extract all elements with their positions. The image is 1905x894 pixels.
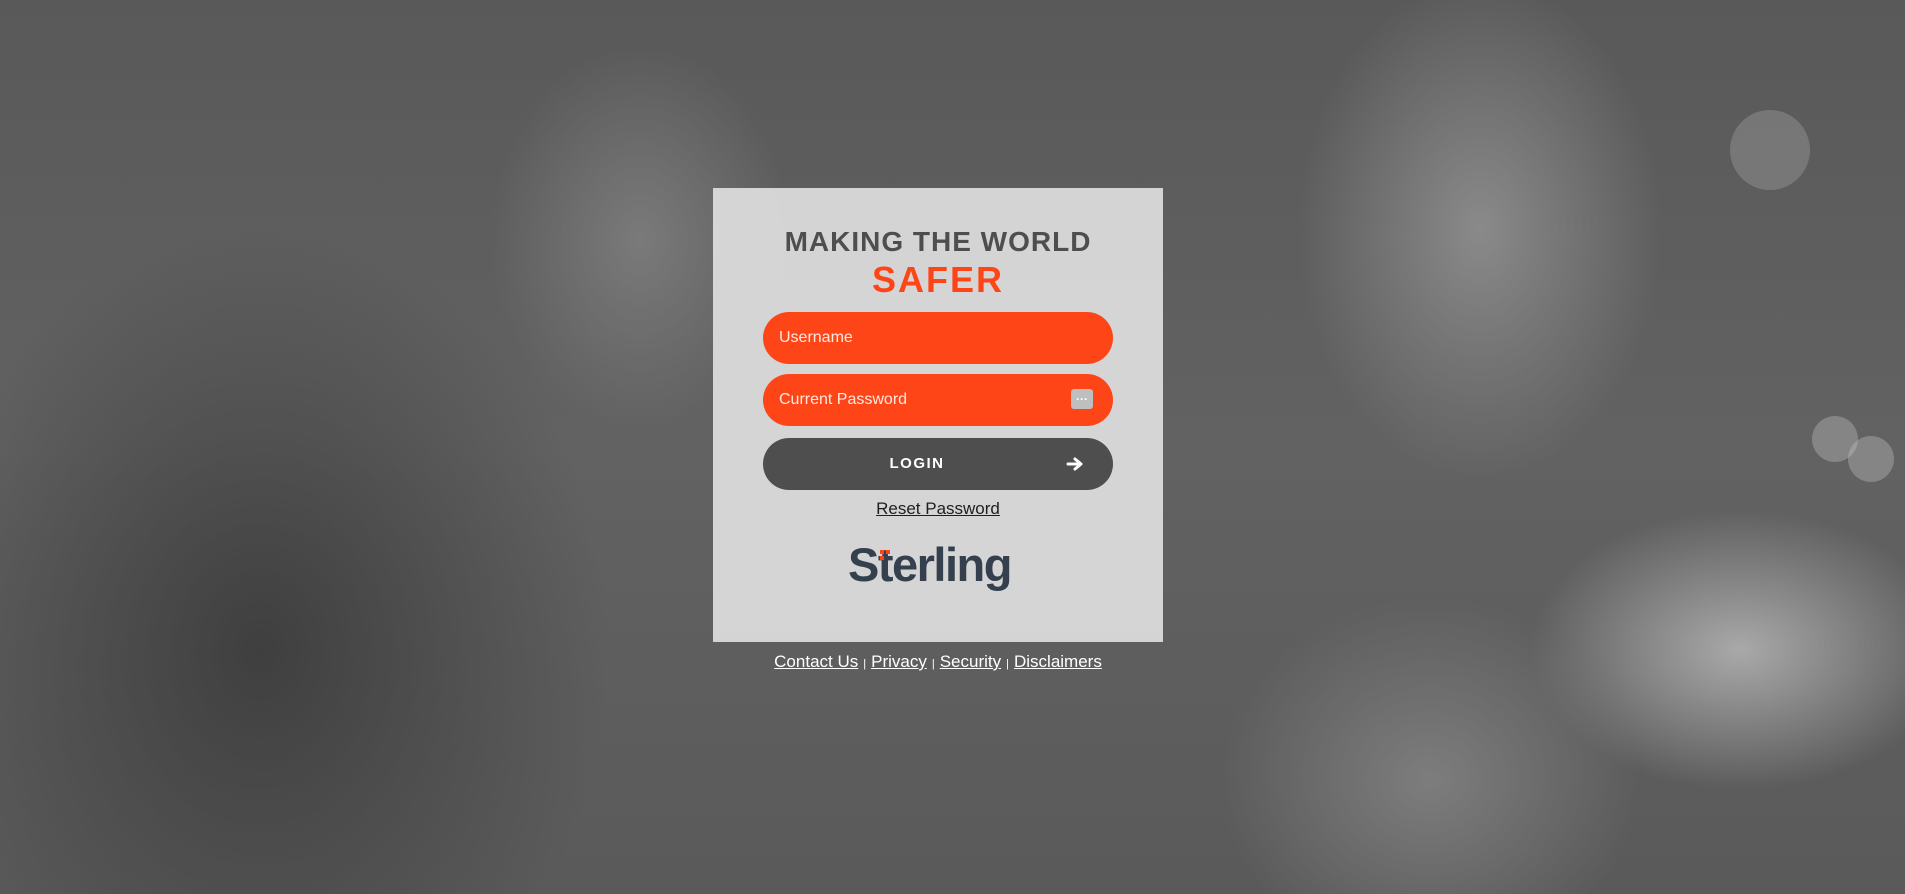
arrow-right-icon (1066, 457, 1083, 471)
disclaimers-link[interactable]: Disclaimers (1014, 652, 1102, 671)
login-button[interactable]: LOGIN (763, 438, 1113, 490)
tagline-line-1: MAKING THE WORLD (784, 226, 1092, 257)
footer-separator: | (1006, 658, 1009, 670)
security-link[interactable]: Security (940, 652, 1001, 671)
sterling-logo: Sterling (848, 539, 1012, 591)
footer-separator: | (931, 658, 935, 670)
sterling-logo-text: Sterling (848, 539, 1011, 591)
login-panel: MAKING THE WORLD SAFER ··· LOGIN Reset P… (713, 188, 1163, 642)
username-input[interactable] (763, 312, 1113, 364)
reset-password-link[interactable]: Reset Password (713, 499, 1163, 519)
password-input[interactable] (763, 374, 1113, 426)
bokeh-light (1848, 436, 1894, 482)
tagline-line-2: SAFER (871, 259, 1004, 300)
password-key-icon[interactable]: ··· (1071, 389, 1093, 409)
login-button-label: LOGIN (889, 455, 945, 472)
footer-separator: | (863, 658, 867, 670)
contact-us-link[interactable]: Contact Us (774, 652, 858, 671)
logo-accent-dot (880, 556, 884, 560)
logo-accent-dot (886, 550, 890, 554)
privacy-link[interactable]: Privacy (871, 652, 927, 671)
bokeh-light (1730, 110, 1810, 190)
footer-links: Contact Us | Privacy | Security | Disclaimers (713, 652, 1163, 672)
logo-accent-dot (880, 550, 884, 554)
